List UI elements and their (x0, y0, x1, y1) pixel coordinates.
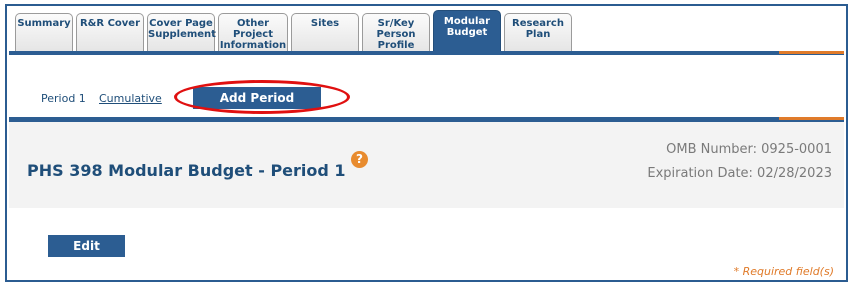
modular-budget-window: Summary R&R Cover Cover Page Supplement Oth… (5, 4, 848, 282)
omb-number: OMB Number: 0925-0001 (666, 142, 832, 157)
cumulative-link[interactable]: Cumulative (99, 92, 162, 105)
tab-modular-budget[interactable]: Modular Budget (433, 10, 501, 54)
help-icon[interactable]: ? (351, 151, 368, 168)
add-period-button[interactable]: Add Period (193, 87, 321, 109)
period-1-link[interactable]: Period 1 (41, 92, 86, 105)
form-content: Edit * Required field(s) (9, 208, 844, 278)
tab-cover-page-supplement[interactable]: Cover Page Supplement (147, 13, 216, 54)
tab-sites[interactable]: Sites (291, 13, 359, 54)
tab-baseline-accent (779, 51, 844, 54)
tab-other-project-information[interactable]: Other Project Information (218, 13, 288, 54)
tab-sr-key-person-profile[interactable]: Sr/Key Person Profile (362, 13, 430, 54)
form-header: PHS 398 Modular Budget - Period 1 ? OMB … (9, 122, 844, 208)
subnav-divider-accent (779, 117, 844, 120)
period-subnav: Period 1 Cumulative Add Period (9, 55, 844, 117)
tab-summary[interactable]: Summary (15, 13, 73, 54)
page-title: PHS 398 Modular Budget - Period 1 (27, 161, 346, 180)
required-fields-note: * Required field(s) (733, 265, 834, 278)
tab-research-plan[interactable]: Research Plan (504, 13, 572, 54)
edit-button[interactable]: Edit (48, 235, 125, 257)
tab-r-r-cover[interactable]: R&R Cover (76, 13, 144, 54)
expiration-date: Expiration Date: 02/28/2023 (647, 166, 832, 181)
